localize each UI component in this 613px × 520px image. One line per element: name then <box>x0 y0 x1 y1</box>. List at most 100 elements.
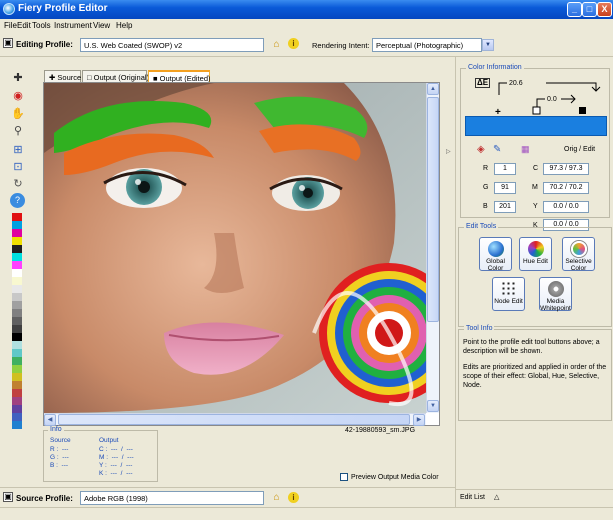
app-icon <box>3 3 15 15</box>
fit-icon[interactable]: ⊞ <box>9 142 27 158</box>
hue-edit-button[interactable]: Hue Edit <box>519 237 552 271</box>
color-swatch[interactable] <box>12 229 22 237</box>
color-swatch[interactable] <box>12 349 22 357</box>
color-swatch[interactable] <box>12 365 22 373</box>
vertical-scroll-thumb[interactable] <box>427 97 439 322</box>
menu-edit[interactable]: Edit <box>17 21 31 30</box>
rgb-b-value[interactable]: 201 <box>494 201 516 213</box>
help-icon[interactable]: ? <box>10 193 25 208</box>
menu-instrument[interactable]: Instrument <box>54 21 92 30</box>
global-color-button[interactable]: Global Color <box>479 237 512 272</box>
color-swatch[interactable] <box>12 413 22 421</box>
menu-file[interactable]: File <box>4 21 17 30</box>
folder-open-icon[interactable]: ⌂ <box>270 38 283 51</box>
hollow-square-icon: □ <box>87 73 92 82</box>
vertical-scrollbar[interactable]: ▲ ▼ <box>426 83 439 413</box>
rotate-icon[interactable]: ↻ <box>9 176 27 192</box>
media-whitepoint-button[interactable]: Media Whitepoint <box>539 277 572 312</box>
preview-output-media-checkbox[interactable]: Preview Output Media Color <box>340 473 439 481</box>
cmyk-c-label: C <box>533 165 539 172</box>
source-info-icon[interactable]: i <box>288 492 299 503</box>
swatch-icon[interactable]: ▦ <box>521 144 530 155</box>
actual-size-icon[interactable]: ⊡ <box>9 159 27 175</box>
color-swatch[interactable] <box>12 269 22 277</box>
color-swatch[interactable] <box>12 261 22 269</box>
color-swatch[interactable] <box>12 245 22 253</box>
info-output-title: Output <box>99 437 119 444</box>
cmyk-m-label: M <box>532 184 538 191</box>
source-profile-icon: ▣ <box>3 492 13 502</box>
color-swatch[interactable] <box>12 277 22 285</box>
color-swatch[interactable] <box>12 381 22 389</box>
color-swatch[interactable] <box>12 333 22 341</box>
triangle-up-icon[interactable]: △ <box>494 493 499 501</box>
delta-e-icon: ΔE <box>475 78 491 88</box>
color-swatch[interactable] <box>12 301 22 309</box>
color-swatch[interactable] <box>12 253 22 261</box>
color-swatch[interactable] <box>12 317 22 325</box>
globe-icon <box>487 241 504 257</box>
close-button[interactable]: X <box>597 2 612 17</box>
minimize-button[interactable]: _ <box>567 2 582 17</box>
rgb-g-value[interactable]: 91 <box>494 182 516 194</box>
color-swatch[interactable] <box>12 357 22 365</box>
node-edit-button[interactable]: Node Edit <box>492 277 525 311</box>
zoom-icon[interactable]: ⚲ <box>9 123 27 139</box>
menu-view[interactable]: View <box>93 21 110 30</box>
cmyk-c-value: 97.3 / 97.3 <box>543 163 589 175</box>
color-bar <box>465 116 607 136</box>
info-icon[interactable]: i <box>288 38 299 49</box>
chevron-down-icon[interactable]: ▼ <box>482 39 494 51</box>
color-swatch[interactable] <box>12 373 22 381</box>
color-swatch[interactable] <box>12 285 22 293</box>
target-icon[interactable]: ◉ <box>9 88 27 104</box>
color-swatch[interactable] <box>12 341 22 349</box>
scroll-left-icon[interactable]: ◀ <box>44 414 56 426</box>
scroll-right-icon[interactable]: ▶ <box>413 414 425 426</box>
preview-image[interactable] <box>44 83 426 413</box>
maximize-button[interactable]: □ <box>582 2 597 17</box>
color-swatch[interactable] <box>12 237 22 245</box>
color-chip-icon[interactable]: ◈ <box>477 144 485 155</box>
editing-profile-field[interactable]: U.S. Web Coated (SWOP) v2 <box>80 38 264 52</box>
info-source-g: G : --- <box>50 454 69 461</box>
color-swatch[interactable] <box>12 397 22 405</box>
color-swatch[interactable] <box>12 221 22 229</box>
color-swatch[interactable] <box>12 293 22 301</box>
horizontal-scroll-thumb[interactable] <box>58 414 410 425</box>
color-swatch[interactable] <box>12 421 22 429</box>
eyedropper-icon[interactable]: ✎ <box>493 144 501 155</box>
source-folder-open-icon[interactable]: ⌂ <box>270 491 283 504</box>
rgb-g-label: G <box>483 184 489 191</box>
title-bar: Fiery Profile Editor _ □ X <box>0 0 613 19</box>
checkbox-box[interactable] <box>340 473 348 481</box>
selective-color-button[interactable]: Selective Color <box>562 237 595 272</box>
rendering-intent-label: Rendering Intent: <box>312 41 370 50</box>
hand-icon[interactable]: ✋ <box>9 106 27 122</box>
cmyk-y-value: 0.0 / 0.0 <box>543 201 589 213</box>
edit-list-bar[interactable]: Edit List △ <box>456 489 613 507</box>
source-profile-bar: ▣ Source Profile: Adobe RGB (1998) ⌂ i <box>0 487 455 507</box>
source-profile-field[interactable]: Adobe RGB (1998) <box>80 491 264 505</box>
color-swatch[interactable] <box>12 213 22 221</box>
collapse-arrow-icon[interactable]: ▷ <box>446 148 451 155</box>
info-output-k: K : --- / --- <box>99 470 133 477</box>
rendering-intent-select[interactable]: Perceptual (Photographic) <box>372 38 482 52</box>
color-swatch[interactable] <box>12 405 22 413</box>
swatch-column <box>12 213 22 429</box>
scroll-up-icon[interactable]: ▲ <box>427 83 439 95</box>
cmyk-m-value: 70.2 / 70.2 <box>543 182 589 194</box>
status-bar <box>0 507 613 520</box>
tool-info-legend: Tool Info <box>464 325 495 332</box>
color-swatch[interactable] <box>12 309 22 317</box>
eyedropper-plus-icon[interactable]: ✚ <box>9 70 27 86</box>
rgb-r-value[interactable]: 1 <box>494 163 516 175</box>
rgb-b-label: B <box>483 203 488 210</box>
menu-help[interactable]: Help <box>116 21 132 30</box>
horizontal-scrollbar[interactable]: ◀ ▶ <box>44 413 426 426</box>
scroll-down-icon[interactable]: ▼ <box>427 400 439 412</box>
color-swatch[interactable] <box>12 325 22 333</box>
menu-tools[interactable]: Tools <box>32 21 51 30</box>
profile-toolbar: ▣ Editing Profile: U.S. Web Coated (SWOP… <box>0 32 613 57</box>
color-swatch[interactable] <box>12 389 22 397</box>
